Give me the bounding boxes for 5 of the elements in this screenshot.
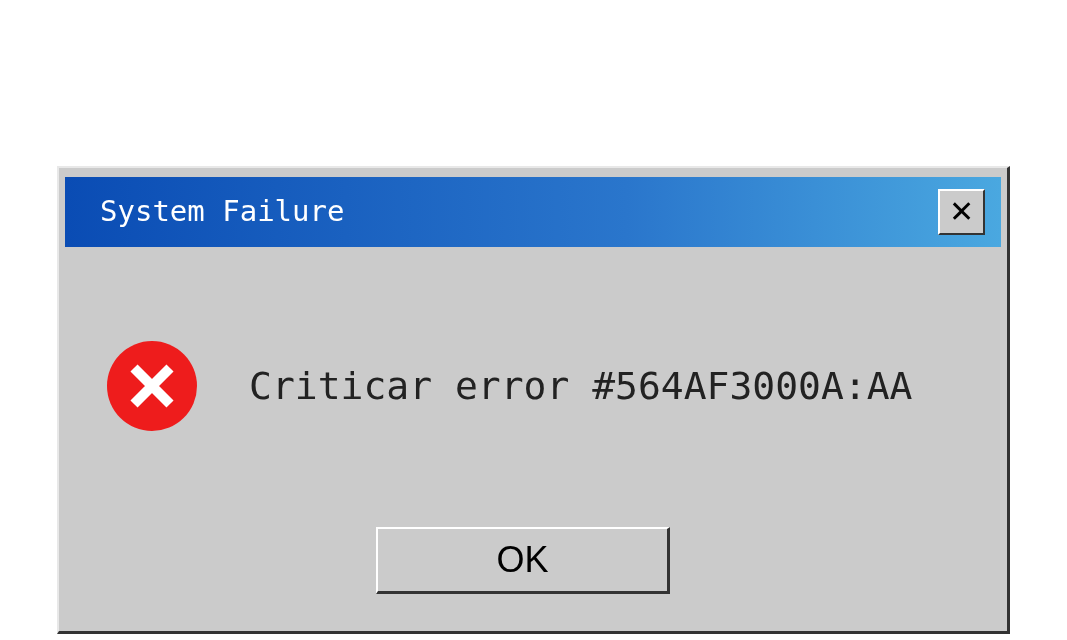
error-message: Criticar error #564AF3000A:AA [249, 362, 913, 410]
window-title: System Failure [100, 193, 345, 231]
close-button[interactable]: ✕ [938, 189, 985, 235]
ok-button[interactable]: OK [376, 527, 670, 594]
error-icon [106, 340, 198, 432]
